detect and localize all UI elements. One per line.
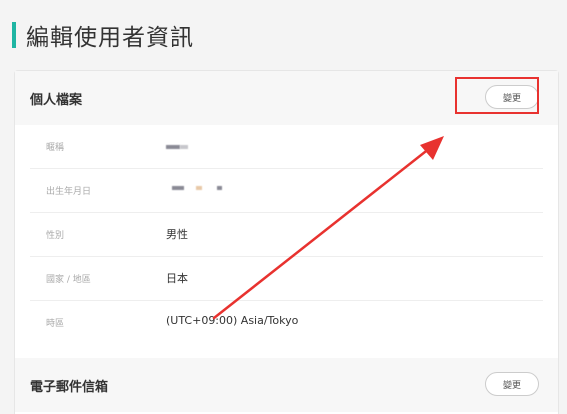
page-header: 編輯使用者資訊 <box>12 18 194 52</box>
email-section-header: 電子郵件信箱 變更 <box>15 358 558 412</box>
user-info-card: 個人檔案 變更 暱稱 出生年月日 性別 男性 國家 / 地區 日本 時區 (UT… <box>14 70 559 414</box>
profile-row-birthday: 出生年月日 <box>30 169 543 213</box>
profile-row-gender: 性別 男性 <box>30 213 543 257</box>
redacted-block <box>180 145 188 149</box>
row-value: 日本 <box>166 272 188 285</box>
redacted-block <box>196 186 202 190</box>
redacted-block <box>172 186 184 190</box>
profile-section-title: 個人檔案 <box>30 93 83 108</box>
profile-rows: 暱稱 出生年月日 性別 男性 國家 / 地區 日本 時區 (UTC+09:00)… <box>15 125 558 345</box>
row-value: 男性 <box>166 228 188 241</box>
profile-section-header: 個人檔案 變更 <box>15 71 558 125</box>
row-label: 時區 <box>46 319 65 329</box>
row-value: (UTC+09:00) Asia/Tokyo <box>166 314 299 327</box>
email-section-title: 電子郵件信箱 <box>30 380 109 395</box>
redacted-block <box>166 145 180 149</box>
title-accent-bar <box>12 22 16 48</box>
edit-user-info-page: 編輯使用者資訊 個人檔案 變更 暱稱 出生年月日 性別 男性 國家 / 地區 日… <box>0 0 567 414</box>
redacted-block <box>217 186 222 190</box>
row-label: 國家 / 地區 <box>46 275 91 285</box>
profile-row-timezone: 時區 (UTC+09:00) Asia/Tokyo <box>30 301 543 345</box>
profile-row-nickname: 暱稱 <box>30 125 543 169</box>
profile-row-country: 國家 / 地區 日本 <box>30 257 543 301</box>
row-label: 出生年月日 <box>46 187 92 197</box>
row-label: 性別 <box>46 231 65 241</box>
page-title: 編輯使用者資訊 <box>26 25 194 51</box>
row-label: 暱稱 <box>46 143 65 153</box>
email-change-button[interactable]: 變更 <box>485 372 539 396</box>
highlight-box <box>455 77 539 114</box>
